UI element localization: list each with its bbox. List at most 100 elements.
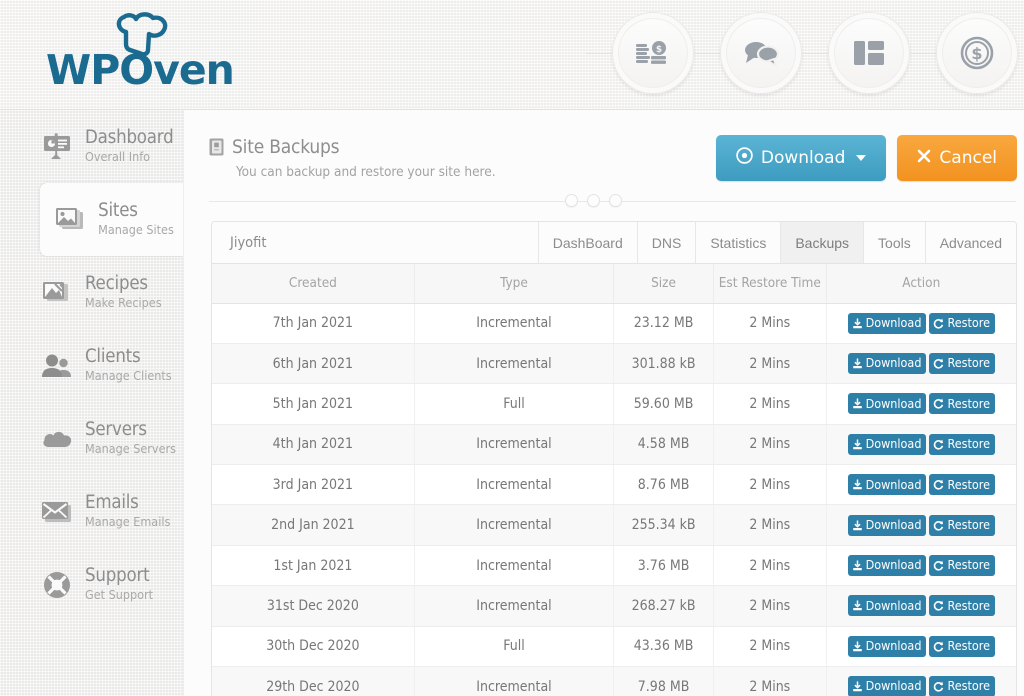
download-arrow-icon (852, 318, 863, 329)
row-restore-label: Restore (947, 479, 990, 492)
row-restore-button[interactable]: Restore (929, 474, 995, 495)
cell-est-restore-time: 2 Mins (713, 505, 826, 545)
cell-created: 7th Jan 2021 (212, 303, 414, 343)
tab-dashboard[interactable]: DashBoard (538, 222, 637, 263)
row-download-button[interactable]: Download (848, 595, 927, 616)
recipe-image-icon (40, 278, 74, 308)
hdd-backup-icon (209, 138, 224, 156)
row-download-label: Download (866, 519, 922, 532)
download-arrow-icon (852, 641, 863, 652)
sidebar-nav: Dashboard Overall Info Sites Manage Site… (0, 110, 183, 696)
row-restore-button[interactable]: Restore (929, 555, 995, 576)
table-header-row: Created Type Size Est Restore Time Actio… (212, 264, 1016, 303)
divider-dots (565, 194, 622, 207)
cell-type: Incremental (414, 667, 613, 696)
cell-est-restore-time: 2 Mins (713, 465, 826, 505)
row-download-button[interactable]: Download (848, 555, 927, 576)
chat-bubbles-icon[interactable] (720, 12, 802, 94)
row-restore-button[interactable]: Restore (929, 353, 995, 374)
row-restore-button[interactable]: Restore (929, 313, 995, 334)
table-row: 4th Jan 2021 Incremental 4.58 MB 2 Mins … (212, 424, 1016, 464)
sidebar-item-support[interactable]: Support Get Support (0, 548, 183, 621)
download-arrow-icon (852, 358, 863, 369)
cell-created: 5th Jan 2021 (212, 384, 414, 424)
row-download-label: Download (866, 680, 922, 693)
sidebar-item-emails[interactable]: Emails Manage Emails (0, 475, 183, 548)
cell-action: Download Restore (826, 667, 1016, 696)
row-restore-label: Restore (947, 640, 990, 653)
cell-est-restore-time: 2 Mins (713, 586, 826, 626)
download-arrow-icon (852, 681, 863, 692)
cell-est-restore-time: 2 Mins (713, 626, 826, 666)
refresh-cycle-icon (933, 520, 944, 531)
sidebar-item-subtitle: Manage Clients (85, 368, 172, 383)
cell-size: 8.76 MB (614, 465, 714, 505)
row-download-button[interactable]: Download (848, 676, 927, 696)
refresh-cycle-icon (933, 641, 944, 652)
header-icon-group: $ (586, 12, 1018, 94)
row-restore-label: Restore (947, 398, 990, 411)
table-row: 2nd Jan 2021 Incremental 255.34 kB 2 Min… (212, 505, 1016, 545)
dollar-coin-icon[interactable]: $ (936, 12, 1018, 94)
backups-panel: Jiyofit DashBoard DNS Statistics Backups… (211, 221, 1017, 696)
sidebar-item-servers[interactable]: Servers Manage Servers (0, 402, 183, 475)
sidebar-item-clients[interactable]: Clients Manage Clients (0, 329, 183, 402)
brand-logo[interactable]: WPOven (46, 12, 266, 96)
row-restore-label: Restore (947, 559, 990, 572)
row-download-button[interactable]: Download (848, 434, 927, 455)
row-download-label: Download (866, 479, 922, 492)
refresh-cycle-icon (933, 600, 944, 611)
tab-backups[interactable]: Backups (780, 222, 863, 263)
row-download-button[interactable]: Download (848, 636, 927, 657)
sidebar-item-title: Clients (85, 346, 140, 367)
row-restore-button[interactable]: Restore (929, 434, 995, 455)
sidebar-item-recipes[interactable]: Recipes Make Recipes (0, 256, 183, 329)
refresh-cycle-icon (933, 479, 944, 490)
cell-created: 3rd Jan 2021 (212, 465, 414, 505)
row-restore-button[interactable]: Restore (929, 515, 995, 536)
billing-stack-icon[interactable]: $ (612, 12, 694, 94)
row-download-button[interactable]: Download (848, 474, 927, 495)
download-arrow-icon (852, 560, 863, 571)
cell-action: Download Restore (826, 343, 1016, 383)
sidebar-item-title: Recipes (85, 273, 148, 294)
sidebar-item-sites[interactable]: Sites Manage Sites (40, 183, 183, 256)
top-header-bar: WPOven $ (0, 0, 1024, 110)
refresh-cycle-icon (933, 358, 944, 369)
row-restore-button[interactable]: Restore (929, 393, 995, 414)
cell-size: 3.76 MB (614, 545, 714, 585)
row-restore-button[interactable]: Restore (929, 595, 995, 616)
sidebar-item-title: Servers (85, 419, 147, 440)
record-circle-icon (736, 147, 753, 169)
row-download-label: Download (866, 640, 922, 653)
cell-size: 255.34 kB (614, 505, 714, 545)
cell-size: 59.60 MB (614, 384, 714, 424)
users-icon (40, 351, 74, 381)
row-download-button[interactable]: Download (848, 353, 927, 374)
row-download-button[interactable]: Download (848, 515, 927, 536)
row-download-button[interactable]: Download (848, 313, 927, 334)
tab-statistics[interactable]: Statistics (695, 222, 780, 263)
divider-dot (609, 194, 622, 207)
tab-tools[interactable]: Tools (863, 222, 925, 263)
tab-advanced[interactable]: Advanced (925, 222, 1016, 263)
row-restore-button[interactable]: Restore (929, 636, 995, 657)
row-download-button[interactable]: Download (848, 393, 927, 414)
tab-dns[interactable]: DNS (637, 222, 696, 263)
cell-action: Download Restore (826, 505, 1016, 545)
layout-panels-icon[interactable] (828, 12, 910, 94)
cancel-button-label: Cancel (939, 148, 997, 168)
download-button[interactable]: Download (716, 135, 887, 181)
cell-size: 268.27 kB (614, 586, 714, 626)
cell-created: 29th Dec 2020 (212, 667, 414, 696)
section-divider (209, 190, 1016, 212)
download-arrow-icon (852, 479, 863, 490)
sidebar-item-subtitle: Manage Servers (85, 441, 176, 456)
cancel-button[interactable]: Cancel (897, 135, 1017, 181)
sidebar-item-dashboard[interactable]: Dashboard Overall Info (0, 110, 183, 183)
row-restore-label: Restore (947, 519, 990, 532)
cell-type: Incremental (414, 545, 613, 585)
cell-est-restore-time: 2 Mins (713, 667, 826, 696)
refresh-cycle-icon (933, 398, 944, 409)
row-restore-button[interactable]: Restore (929, 676, 995, 696)
